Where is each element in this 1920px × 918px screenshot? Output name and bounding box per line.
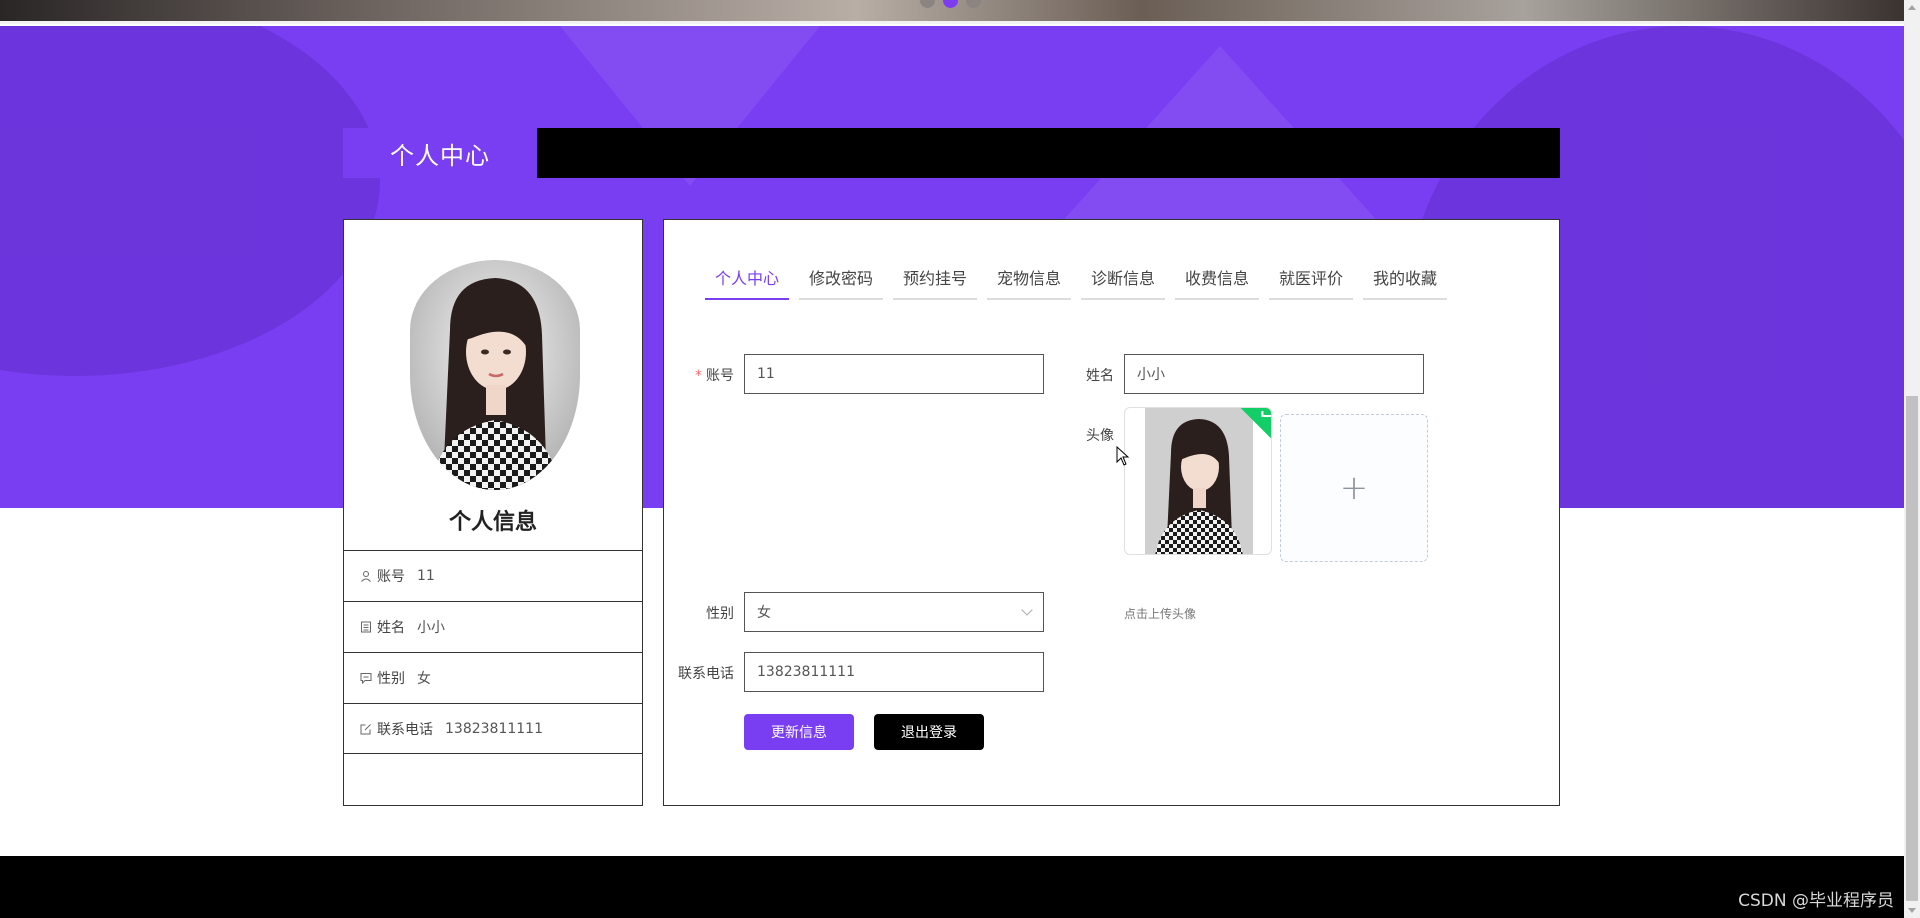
scroll-up-icon[interactable] [1908,5,1916,10]
scroll-down-icon[interactable] [1908,908,1916,913]
avatar-upload-add-button[interactable]: + [1280,414,1428,562]
tab-visit-reviews[interactable]: 就医评价 [1269,256,1353,300]
mouse-cursor-icon [1116,446,1130,466]
avatar-upload-preview[interactable] [1124,407,1272,555]
watermark-text: CSDN @毕业程序员 [1738,891,1894,911]
gender-select-value: 女 [757,605,771,621]
decor-circle [0,26,380,376]
profile-row-value: 13823811111 [445,720,543,737]
profile-row-label: 性别 [377,671,405,687]
profile-info-list: 账号 11 姓名 小小 性别 女 联系电话 13823811111 [344,550,642,754]
phone-input[interactable] [744,652,1044,692]
profile-row-value: 女 [417,671,431,687]
page-scrollbar[interactable] [1904,0,1920,918]
chevron-down-icon [1021,604,1033,616]
section-title: 个人中心 [343,128,537,178]
avatar-preview-photo [1145,408,1253,554]
section-title-bar: 个人中心 [343,128,1560,178]
carousel-banner [0,0,1904,24]
tab-diagnosis-info[interactable]: 诊断信息 [1081,256,1165,300]
phone-label: 联系电话 [678,666,734,682]
edit-icon [360,723,371,734]
required-mark: * [695,368,702,384]
scrollbar-thumb[interactable] [1906,396,1918,901]
name-label: 姓名 [1086,368,1114,384]
tab-bar: 个人中心 修改密码 预约挂号 宠物信息 诊断信息 收费信息 就医评价 我的收藏 [705,256,1447,300]
page-footer [0,856,1904,918]
user-icon [361,571,371,582]
carousel-dot-active[interactable] [943,0,958,8]
account-input[interactable] [744,354,1044,394]
update-info-button[interactable]: 更新信息 [744,714,854,750]
avatar [410,260,580,490]
name-input[interactable] [1124,354,1424,394]
profile-row-account: 账号 11 [344,550,642,601]
carousel-dot[interactable] [966,0,981,8]
account-label-text: 账号 [706,368,734,384]
avatar-label: 头像 [1086,428,1114,444]
avatar-upload-tip: 点击上传头像 [1124,607,1197,621]
gender-select[interactable]: 女 [744,592,1044,632]
profile-card: 个人信息 账号 11 姓名 小小 性别 女 联系电话 13823811111 [343,219,643,806]
profile-row-phone: 联系电话 13823811111 [344,703,642,754]
profile-row-gender: 性别 女 [344,652,642,703]
id-card-icon [361,621,371,633]
profile-row-label: 账号 [377,569,405,585]
chat-icon [360,673,372,684]
profile-heading: 个人信息 [448,510,537,535]
personal-center-panel: 个人中心 修改密码 预约挂号 宠物信息 诊断信息 收费信息 就医评价 我的收藏 … [663,219,1560,806]
profile-row-value: 11 [417,568,435,584]
tab-personal-center[interactable]: 个人中心 [705,256,789,300]
profile-row-value: 小小 [417,620,445,636]
avatar-photo [410,260,580,490]
carousel-dot[interactable] [920,0,935,8]
tab-fee-info[interactable]: 收费信息 [1175,256,1259,300]
profile-row-name: 姓名 小小 [344,601,642,652]
tab-pet-info[interactable]: 宠物信息 [987,256,1071,300]
tab-appointments[interactable]: 预约挂号 [893,256,977,300]
profile-row-label: 联系电话 [377,721,433,738]
gender-label: 性别 [706,606,734,622]
profile-row-label: 姓名 [377,620,405,636]
account-label: * 账号 [694,365,734,385]
tab-change-password[interactable]: 修改密码 [799,256,883,300]
tab-favorites[interactable]: 我的收藏 [1363,256,1447,300]
carousel-indicators [920,0,981,8]
logout-button[interactable]: 退出登录 [874,714,984,750]
